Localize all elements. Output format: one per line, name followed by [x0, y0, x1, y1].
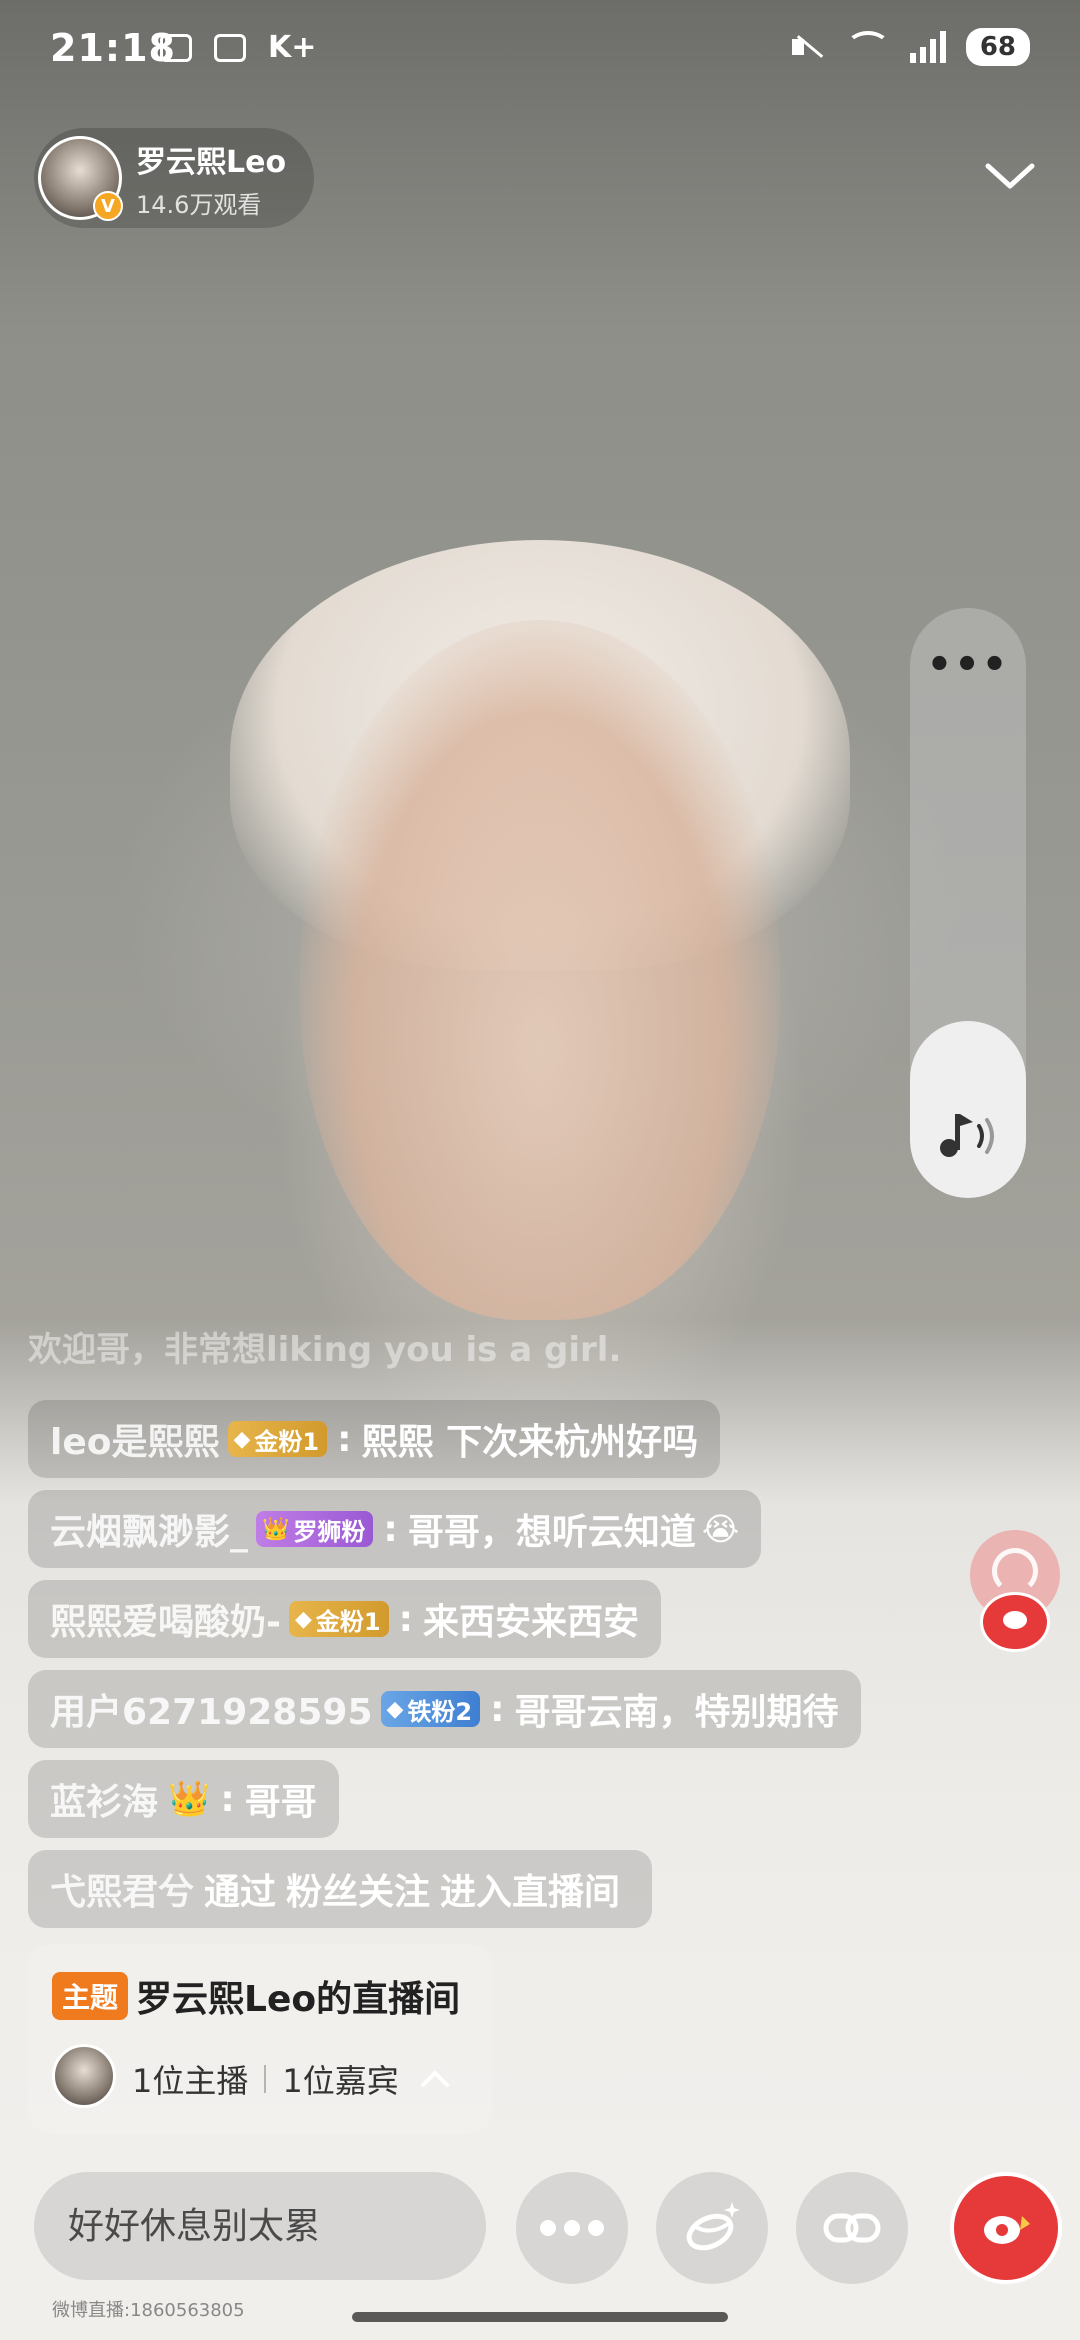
carrier-label: K+	[268, 30, 317, 65]
music-volume-icon	[910, 1104, 1026, 1168]
verified-badge-icon: V	[93, 191, 123, 221]
crying-emoji-icon: 😭	[701, 1510, 740, 1548]
topic-stats[interactable]: 1位主播 1位嘉宾	[132, 2056, 451, 2102]
chat-separator: :	[490, 1688, 505, 1730]
diamond-badge-icon: ◆	[386, 1696, 404, 1722]
battery-indicator: 68	[965, 28, 1030, 66]
join-via: 通过	[204, 1872, 277, 1913]
fan-badge: ◆ 铁粉2	[380, 1691, 481, 1727]
share-button[interactable]	[656, 2172, 768, 2284]
topic-title: 罗云熙Leo的直播间	[136, 1979, 461, 2020]
chat-text: 熙熙 下次来杭州好吗	[361, 1422, 699, 1463]
more-icon	[540, 2220, 604, 2236]
divider	[264, 2065, 267, 2093]
status-bar: 21:18 K+ 68	[0, 0, 1080, 100]
volume-slider[interactable]: •••	[910, 608, 1026, 1198]
join-action: 进入直播间	[440, 1872, 621, 1913]
topic-tag: 主题	[52, 1972, 129, 2020]
bottom-bar	[0, 2168, 1080, 2288]
chat-faded-message: 欢迎哥，非常想liking you is a girl.	[28, 1330, 622, 1370]
mute-icon	[790, 31, 826, 63]
home-indicator[interactable]	[352, 2312, 728, 2322]
chat-username[interactable]: 蓝衫海	[50, 1773, 158, 1825]
status-system-icons: 68	[790, 28, 1030, 66]
chat-username[interactable]: 熙熙爱喝酸奶-	[50, 1593, 281, 1645]
chat-message[interactable]: 熙熙爱喝酸奶- ◆ 金粉1 : 来西安来西安	[28, 1580, 661, 1658]
link-button[interactable]	[796, 2172, 908, 2284]
chat-text: 哥哥	[244, 1782, 317, 1823]
weibo-mascot-icon[interactable]	[980, 1592, 1050, 1652]
chat-text: 哥哥，想听云知道	[407, 1512, 696, 1553]
chat-text: 哥哥云南，特别期待	[514, 1692, 839, 1733]
host-info: 罗云熙Leo 14.6万观看	[136, 137, 286, 220]
chat-message[interactable]: 蓝衫海 👑 : 哥哥	[28, 1760, 339, 1838]
collapse-chevron-icon[interactable]	[980, 150, 1040, 200]
signal-icon	[909, 31, 946, 63]
fan-badge: ◆ 金粉1	[227, 1421, 328, 1457]
chat-message[interactable]: 云烟飘渺影_ 👑 罗狮粉 : 哥哥，想听云知道 😭	[28, 1490, 762, 1568]
chat-separator: :	[220, 1778, 235, 1820]
gift-button[interactable]	[950, 2172, 1062, 2284]
host-name: 罗云熙Leo	[136, 144, 287, 180]
link-icon	[823, 2213, 881, 2243]
fan-badge: ◆ 金粉1	[288, 1601, 389, 1637]
badge-icon: ◆	[294, 1606, 312, 1632]
comment-input[interactable]	[34, 2172, 486, 2280]
chat-username[interactable]: 用户6271928595	[50, 1683, 373, 1735]
video-subject-face	[300, 620, 780, 1320]
topic-card[interactable]: 主题 罗云熙Leo的直播间 1位主播 1位嘉宾	[28, 1944, 492, 2134]
host-count: 1位主播	[132, 2062, 249, 2100]
volume-more-icon[interactable]: •••	[910, 642, 1026, 688]
crown-badge-icon: 👑	[262, 1516, 290, 1542]
fan-badge-label: 铁粉2	[407, 1697, 473, 1726]
status-time: 21:18	[50, 26, 176, 70]
wifi-icon	[845, 31, 890, 63]
chat-message[interactable]: 用户6271928595 ◆ 铁粉2 : 哥哥云南，特别期待	[28, 1670, 861, 1748]
host-card[interactable]: V 罗云熙Leo 14.6万观看	[34, 128, 314, 228]
chat-separator: :	[337, 1418, 352, 1460]
host-avatar[interactable]: V	[38, 136, 123, 221]
join-source: 粉丝关注	[286, 1872, 431, 1913]
status-notification-icons: K+	[160, 30, 316, 65]
side-floating-widget[interactable]	[966, 1530, 1076, 1660]
fan-badge-label: 金粉1	[315, 1607, 381, 1636]
gift-icon	[984, 2216, 1030, 2244]
chat-separator: :	[398, 1598, 413, 1640]
guest-count: 1位嘉宾	[282, 2062, 399, 2100]
viewer-count: 14.6万观看	[136, 190, 262, 219]
watermark: 微博直播:1860563805	[52, 2300, 245, 2321]
chat-text: 来西安来西安	[422, 1602, 639, 1643]
chat-separator: :	[383, 1508, 398, 1550]
chat-username[interactable]: leo是熙熙	[50, 1413, 220, 1465]
fan-badge-label: 罗狮粉	[293, 1517, 366, 1546]
screen-record-icon	[160, 33, 192, 62]
crown-icon: 👑	[168, 1779, 211, 1819]
badge-icon: ◆	[233, 1426, 251, 1452]
chat-list[interactable]: leo是熙熙 ◆ 金粉1 : 熙熙 下次来杭州好吗 云烟飘渺影_ 👑 罗狮粉 : 哥…	[28, 1400, 928, 1940]
fan-badge: 👑 罗狮粉	[256, 1511, 374, 1547]
share-icon	[686, 2202, 740, 2251]
screenshot-icon	[214, 33, 246, 62]
more-button[interactable]	[516, 2172, 628, 2284]
fan-badge-label: 金粉1	[254, 1427, 320, 1456]
chat-username[interactable]: 云烟飘渺影_	[50, 1503, 248, 1555]
join-username[interactable]: 弋熙君兮	[50, 1863, 194, 1915]
join-notice[interactable]: 弋熙君兮 通过 粉丝关注 进入直播间	[28, 1850, 653, 1928]
chat-message[interactable]: leo是熙熙 ◆ 金粉1 : 熙熙 下次来杭州好吗	[28, 1400, 721, 1478]
topic-host-avatar[interactable]	[52, 2044, 116, 2108]
chevron-up-icon[interactable]	[419, 2067, 451, 2091]
